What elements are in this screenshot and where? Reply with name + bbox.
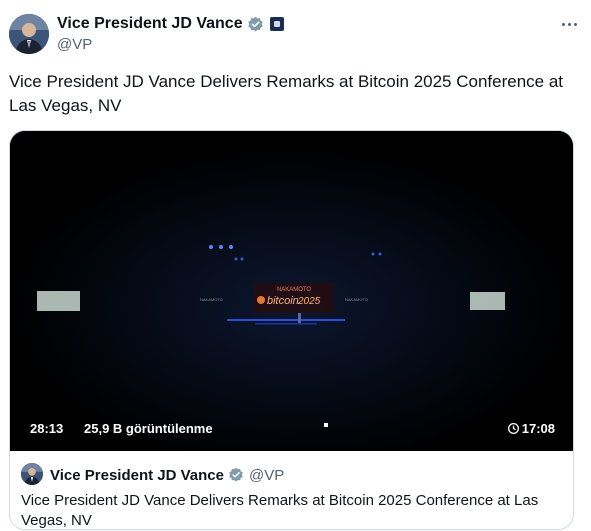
scheduled-time: 17:08 <box>507 421 555 436</box>
video-views: 25,9 B görüntülenme <box>84 421 213 436</box>
author-name-row: Vice President JD Vance <box>57 14 284 34</box>
quoted-avatar[interactable] <box>21 463 43 485</box>
screen-brand-top: NAKAMOTO <box>277 287 312 293</box>
quoted-avatar-image <box>21 463 43 485</box>
side-label-right: NAKAMOTO <box>345 297 368 302</box>
video-duration: 28:13 <box>30 421 64 436</box>
video-frame: NAKAMOTO bitcoin 2025 NAKAMOTO NAKAMOTO <box>10 131 573 451</box>
side-label-left: NAKAMOTO <box>200 297 223 302</box>
tweet-text: Vice President JD Vance Delivers Remarks… <box>9 72 564 115</box>
clock-icon <box>507 422 519 435</box>
quoted-verified-badge-icon <box>228 467 244 483</box>
verified-badge-icon <box>247 16 264 33</box>
avatar-image <box>9 14 49 54</box>
author-display-name[interactable]: Vice President JD Vance <box>57 15 243 33</box>
author-avatar[interactable] <box>9 14 49 54</box>
quoted-name-row: Vice President JD Vance @VP <box>50 465 284 485</box>
video-player[interactable]: NAKAMOTO bitcoin 2025 NAKAMOTO NAKAMOTO … <box>10 131 573 451</box>
more-options-icon[interactable] <box>559 14 579 34</box>
affiliation-badge-icon[interactable] <box>269 17 284 31</box>
screen-brand-main: bitcoin <box>267 295 299 307</box>
scheduled-time-label: 17:08 <box>521 421 555 436</box>
quoted-post[interactable]: Vice President JD Vance @VP Vice Preside… <box>10 451 573 529</box>
media-card[interactable]: NAKAMOTO bitcoin 2025 NAKAMOTO NAKAMOTO … <box>9 130 574 530</box>
quoted-handle[interactable]: @VP <box>249 467 284 484</box>
author-handle[interactable]: @VP <box>57 36 92 53</box>
screen-brand-year: 2025 <box>297 296 321 307</box>
quoted-display-name[interactable]: Vice President JD Vance <box>50 467 224 484</box>
tweet-header: Vice President JD Vance @VP <box>9 12 581 56</box>
quoted-text: Vice President JD Vance Delivers Remarks… <box>21 492 539 529</box>
